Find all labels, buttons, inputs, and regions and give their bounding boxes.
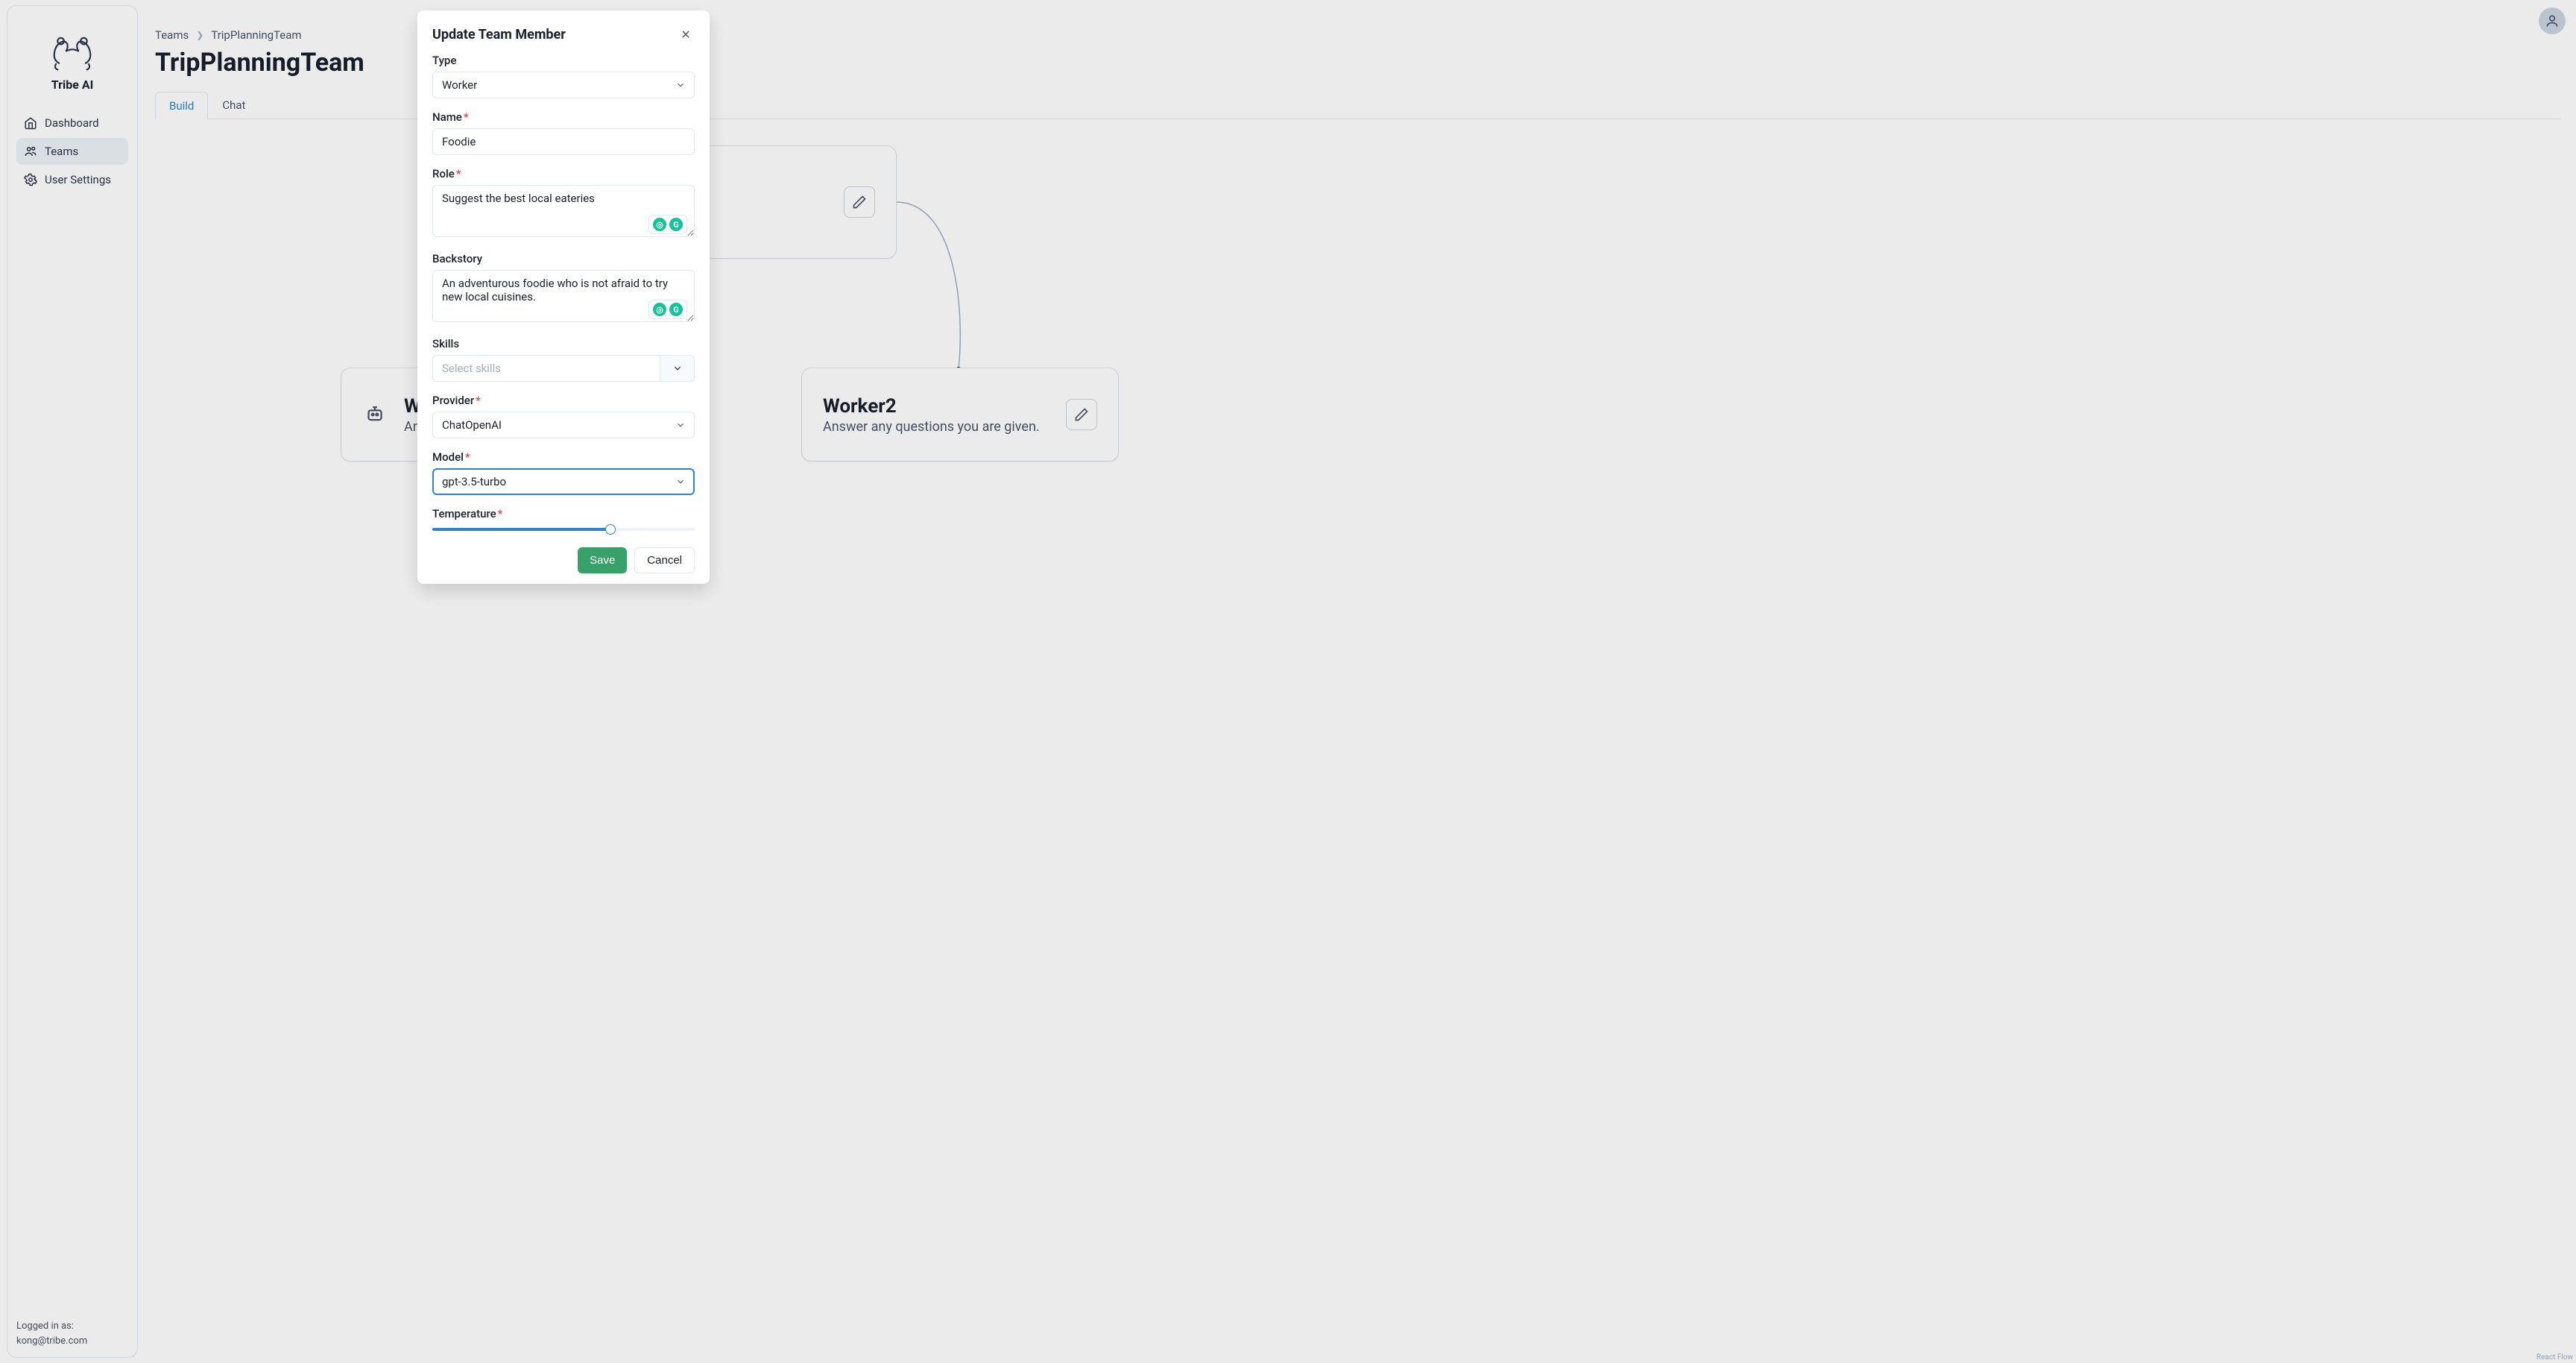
chevron-down-icon: [672, 363, 683, 374]
cancel-button[interactable]: Cancel: [634, 547, 695, 573]
skills-label: Skills: [432, 337, 695, 350]
update-team-member-modal: Update Team Member Type Worker Name* Rol…: [417, 10, 710, 584]
skills-select[interactable]: Select skills: [432, 355, 695, 382]
modal-overlay[interactable]: [0, 0, 2576, 1363]
grammarly-bulb-icon: ◎: [653, 303, 666, 316]
model-label: Model*: [432, 450, 695, 464]
close-button[interactable]: [677, 25, 695, 43]
provider-select[interactable]: ChatOpenAI: [432, 412, 695, 438]
type-label: Type: [432, 54, 695, 67]
name-input[interactable]: [432, 128, 695, 155]
backstory-label: Backstory: [432, 252, 695, 265]
type-select[interactable]: Worker: [432, 72, 695, 98]
modal-title: Update Team Member: [432, 27, 566, 43]
slider-thumb[interactable]: [605, 524, 616, 535]
save-button[interactable]: Save: [578, 547, 627, 573]
temperature-label: Temperature*: [432, 507, 695, 520]
skills-placeholder: Select skills: [433, 356, 660, 381]
model-select[interactable]: gpt-3.5-turbo: [432, 468, 695, 495]
name-label: Name*: [432, 110, 695, 124]
temperature-slider[interactable]: [432, 528, 695, 531]
slider-fill: [432, 528, 610, 531]
role-label: Role*: [432, 167, 695, 180]
grammarly-widget[interactable]: ◎ G: [648, 300, 687, 319]
grammarly-bulb-icon: ◎: [653, 218, 666, 231]
grammarly-widget[interactable]: ◎ G: [648, 215, 687, 234]
grammarly-g-icon: G: [669, 218, 683, 231]
skills-dropdown-button[interactable]: [660, 356, 694, 381]
provider-label: Provider*: [432, 394, 695, 407]
grammarly-g-icon: G: [669, 303, 683, 316]
close-icon: [681, 29, 691, 40]
